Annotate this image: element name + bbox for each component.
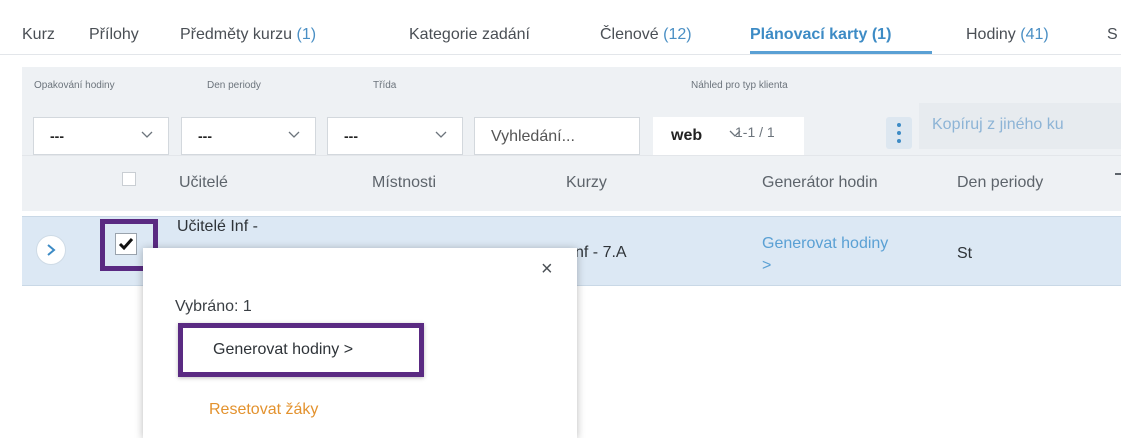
class-filter-label: Třída [373,80,397,91]
repeat-filter-select[interactable]: --- [33,117,169,155]
kebab-dot-icon [897,123,901,127]
class-filter-value: --- [344,128,358,144]
table-header: Učitelé Místnosti Kurzy Generátor hodin … [22,155,1121,211]
chevron-down-icon [288,131,300,138]
bulk-actions-popup: × Vybráno: 1 Generovat hodiny > Resetova… [143,248,577,438]
chevron-down-icon [141,131,153,138]
selected-count: Vybráno: 1 [175,298,252,315]
column-header-generator[interactable]: Generátor hodin [762,174,878,192]
day-filter-value: --- [198,128,212,144]
client-type-select[interactable]: web [653,117,804,155]
kebab-dot-icon [897,131,901,135]
row-checkbox[interactable] [115,233,137,255]
row-course: nf - 7.A [575,244,627,261]
tab-kurz[interactable]: Kurz [22,26,55,44]
reset-students-link[interactable]: Resetovat žáky [209,401,318,419]
column-header-courses[interactable]: Kurzy [566,174,607,192]
tab-planovaci-karty[interactable]: Plánovací karty (1) [750,26,891,44]
tab-clenove[interactable]: Členové (12) [600,26,692,44]
tab-predmety-kurzu[interactable]: Předměty kurzu (1) [180,26,316,44]
column-header-period-day[interactable]: Den periody [957,174,1043,192]
tab-hodiny[interactable]: Hodiny (41) [966,26,1049,44]
select-all-checkbox[interactable] [122,172,136,186]
tab-prilohy[interactable]: Přílohy [89,26,139,44]
close-icon[interactable]: × [541,258,553,281]
active-tab-indicator [750,51,932,54]
generate-lessons-button[interactable]: Generovat hodiny > [178,323,424,377]
row-generate-link[interactable]: Generovat hodiny > [762,233,888,277]
copy-from-other-course-button[interactable]: Kopíruj z jiného ku [919,103,1121,149]
search-input[interactable]: Vyhledání... [474,117,640,155]
pagination-info: 1-1 / 1 [735,124,775,140]
sort-icon[interactable] [1115,173,1121,175]
tab-kategorie-zadani[interactable]: Kategorie zadání [409,26,530,44]
checkmark-icon [118,238,134,251]
tab-bar: Kurz Přílohy Předměty kurzu (1) Kategori… [0,0,1121,55]
client-type-value: web [671,127,703,144]
day-filter-label: Den periody [207,80,261,91]
expand-row-button[interactable] [36,235,66,265]
day-filter-select[interactable]: --- [181,117,316,155]
column-header-rooms[interactable]: Místnosti [372,174,436,192]
class-filter-select[interactable]: --- [327,117,463,155]
copy-button-label: Kopíruj z jiného ku [932,116,1064,133]
chevron-right-icon [47,244,56,256]
column-header-teachers[interactable]: Učitelé [179,174,228,192]
row-period-day: St [957,245,973,262]
client-type-label: Náhled pro typ klienta [691,80,788,91]
repeat-filter-label: Opakování hodiny [34,80,115,91]
repeat-filter-value: --- [50,128,64,144]
row-teachers: Učitelé Inf - [177,218,258,235]
more-options-button[interactable] [886,117,912,149]
kebab-dot-icon [897,139,901,143]
tab-overflow[interactable]: S [1107,26,1118,44]
generate-lessons-label: Generovat hodiny > [213,341,354,358]
chevron-down-icon [435,131,447,138]
